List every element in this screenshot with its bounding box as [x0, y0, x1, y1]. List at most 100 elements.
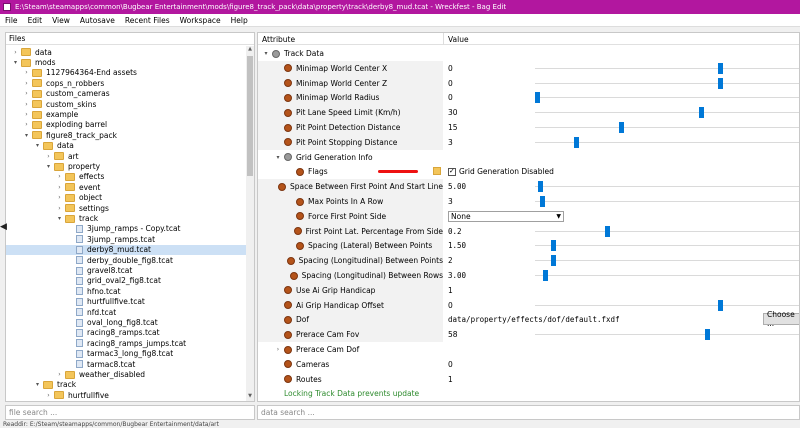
tree-file-item[interactable]: 3jump_ramps.tcat	[6, 234, 246, 244]
property-value[interactable]: 58	[448, 327, 458, 342]
value-slider[interactable]	[535, 298, 799, 313]
property-row[interactable]: Prerace Cam Fov 58	[258, 327, 799, 343]
property-value[interactable]: 0	[448, 61, 453, 76]
property-value[interactable]: data/property/effects/dof/default.fxdf	[448, 312, 620, 327]
property-value[interactable]: 5.00	[448, 179, 466, 194]
tree-file-item[interactable]: gravel8.tcat	[6, 265, 246, 275]
slider-track[interactable]	[535, 97, 799, 99]
expand-right-icon[interactable]: ›	[45, 153, 52, 160]
data-search-input[interactable]: data search ...	[257, 405, 800, 420]
tree-file-item[interactable]: derby8_mud.tcat	[6, 244, 246, 255]
value-slider[interactable]	[535, 135, 799, 150]
property-row[interactable]: ▾ Grid Generation Info	[258, 150, 799, 165]
tree-file-item[interactable]: racing8_ramps_jumps.tcat	[6, 338, 246, 348]
slider-handle[interactable]	[605, 225, 611, 237]
value-slider[interactable]	[535, 61, 799, 76]
collapse-left-icon[interactable]: ◀	[0, 222, 7, 232]
property-row[interactable]: Pit Lane Speed Limit (Km/h) 30	[258, 105, 799, 121]
choose-file-button[interactable]: Choose ...	[763, 310, 799, 328]
slider-track[interactable]	[535, 230, 799, 232]
property-value[interactable]: 3	[448, 135, 453, 150]
slider-handle[interactable]	[540, 196, 546, 207]
slider-track[interactable]	[535, 82, 799, 84]
expand-down-icon[interactable]: ▾	[12, 59, 19, 66]
slider-track[interactable]	[535, 127, 799, 128]
expand-down-icon[interactable]: ▾	[262, 50, 270, 57]
tree-folder-item[interactable]: › art	[6, 151, 246, 161]
tree-folder-item[interactable]: › custom_cameras	[6, 89, 246, 99]
property-value[interactable]: 30	[448, 105, 458, 120]
slider-track[interactable]	[535, 304, 799, 306]
first-point-side-select[interactable]: None ▼	[448, 210, 564, 222]
chevron-down-icon[interactable]: ▼	[556, 213, 561, 220]
expand-right-icon[interactable]: ›	[45, 392, 52, 399]
slider-track[interactable]	[535, 67, 799, 69]
tree-folder-item[interactable]: › object	[6, 193, 246, 203]
tree-folder-item[interactable]: ▾ track	[6, 213, 246, 223]
property-value[interactable]: 0.2	[448, 224, 462, 239]
expand-right-icon[interactable]: ›	[23, 69, 30, 76]
expand-right-icon[interactable]: ›	[274, 346, 282, 353]
property-row[interactable]: Space Between First Point And Start Line…	[258, 179, 799, 195]
tree-file-item[interactable]: tarmac3_long_fig8.tcat	[6, 349, 246, 359]
tree-file-item[interactable]: 3jump_ramps - Copy.tcat	[6, 224, 246, 234]
property-row[interactable]: Spacing (Lateral) Between Points 1.50	[258, 238, 799, 254]
property-row[interactable]: Flags Grid Generation Disabled	[258, 164, 799, 179]
tree-folder-item[interactable]: › hurtfullfive	[6, 390, 246, 400]
value-slider[interactable]	[535, 238, 799, 253]
value-slider[interactable]	[535, 179, 799, 194]
expand-right-icon[interactable]: ›	[56, 194, 63, 201]
scroll-down-icon[interactable]: ▼	[246, 393, 254, 401]
slider-handle[interactable]	[717, 77, 723, 89]
menu-view[interactable]: View	[47, 16, 75, 25]
slider-handle[interactable]	[550, 255, 556, 267]
property-row[interactable]: Spacing (Longitudinal) Between Rows 3.00	[258, 268, 799, 283]
menu-file[interactable]: File	[0, 16, 23, 25]
slider-handle[interactable]	[574, 136, 580, 148]
property-row[interactable]: Force First Point Side None ▼	[258, 208, 799, 224]
property-value[interactable]: 1	[448, 372, 453, 387]
property-row[interactable]: Minimap World Radius 0	[258, 90, 799, 106]
menu-edit[interactable]: Edit	[23, 16, 48, 25]
value-slider[interactable]	[535, 194, 799, 209]
tree-folder-item[interactable]: ▾ data	[6, 141, 246, 151]
value-slider[interactable]	[535, 76, 799, 91]
slider-handle[interactable]	[704, 329, 710, 341]
files-scrollbar[interactable]: ▲ ▼	[246, 46, 254, 401]
tree-folder-item[interactable]: › cops_n_robbers	[6, 78, 246, 88]
property-row[interactable]: Max Points In A Row 3	[258, 194, 799, 209]
tree-file-item[interactable]: grid_oval2_fig8.tcat	[6, 276, 246, 286]
property-row[interactable]: Spacing (Longitudinal) Between Points 2	[258, 253, 799, 269]
property-value[interactable]: 0	[448, 90, 453, 105]
slider-handle[interactable]	[537, 181, 543, 193]
property-value[interactable]: 0	[448, 298, 453, 313]
file-search-input[interactable]: file search ...	[5, 405, 255, 420]
property-row[interactable]: Cameras 0	[258, 357, 799, 372]
tree-folder-item[interactable]: › exploding barrel	[6, 120, 246, 130]
property-value[interactable]: 3.00	[448, 268, 466, 283]
tree-folder-item[interactable]: › custom_skins	[6, 99, 246, 109]
menu-workspace[interactable]: Workspace	[175, 16, 226, 25]
tree-folder-item[interactable]: › settings	[6, 203, 246, 213]
property-value[interactable]: 2	[448, 253, 453, 268]
expand-right-icon[interactable]: ›	[23, 90, 30, 97]
property-row[interactable]: Use Ai Grip Handicap 1	[258, 282, 799, 298]
value-slider[interactable]	[535, 90, 799, 105]
property-row[interactable]: Pit Point Detection Distance 15	[258, 120, 799, 135]
slider-track[interactable]	[535, 186, 799, 188]
tree-folder-item[interactable]: ▾ mods	[6, 57, 246, 67]
value-slider[interactable]	[535, 224, 799, 239]
tree-folder-item[interactable]: › event	[6, 182, 246, 192]
expand-right-icon[interactable]: ›	[56, 205, 63, 212]
expand-down-icon[interactable]: ▾	[34, 142, 41, 149]
property-row[interactable]: Minimap World Center X 0	[258, 60, 799, 76]
slider-track[interactable]	[535, 112, 799, 114]
slider-track[interactable]	[535, 201, 799, 202]
scrollbar-thumb[interactable]	[247, 56, 253, 176]
expand-right-icon[interactable]: ›	[23, 80, 30, 87]
slider-handle[interactable]	[535, 92, 540, 104]
slider-track[interactable]	[535, 334, 799, 336]
property-row[interactable]: Ai Grip Handicap Offset 0	[258, 297, 799, 313]
tree-file-item[interactable]: derby_double_fig8.tcat	[6, 255, 246, 265]
slider-handle[interactable]	[699, 107, 705, 119]
